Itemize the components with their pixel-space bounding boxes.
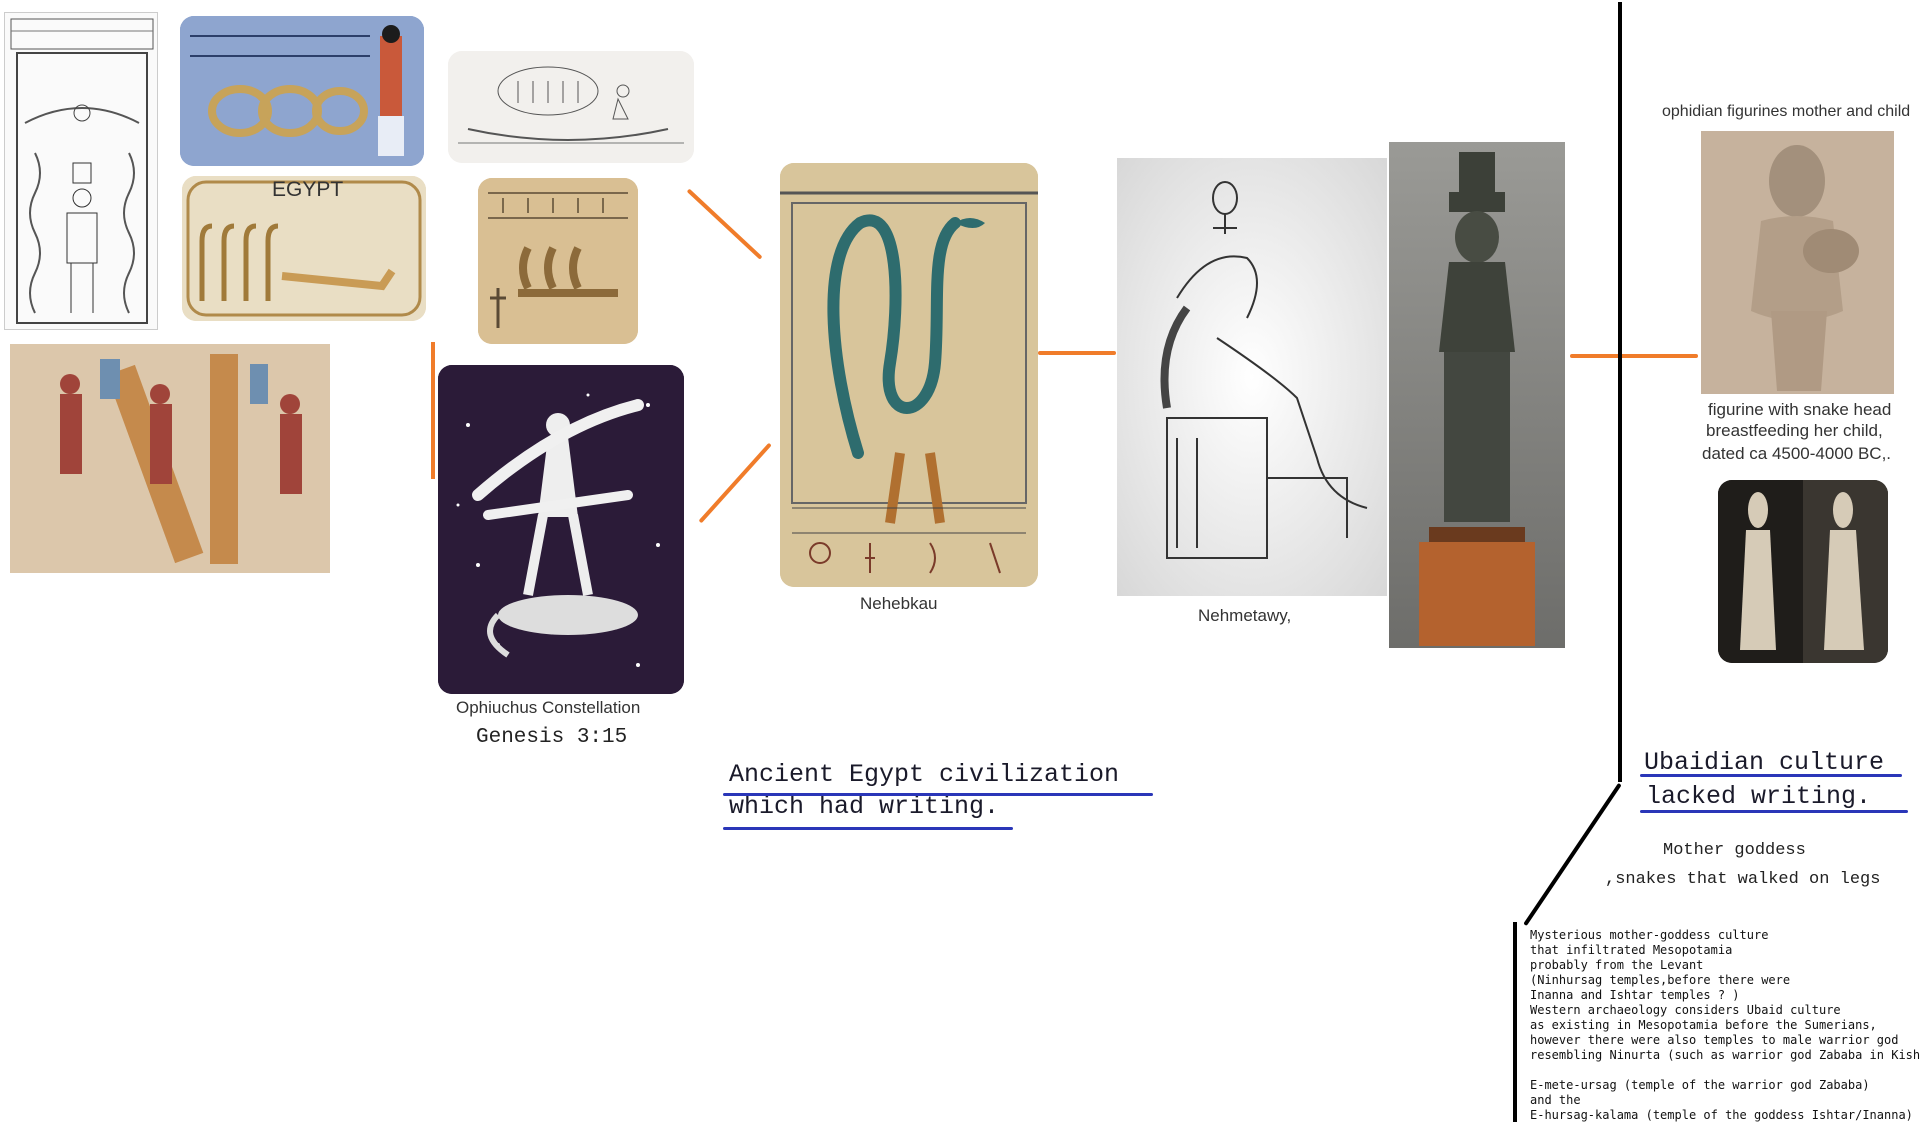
egypt-label: EGYPT <box>272 178 344 201</box>
genesis-reference: Genesis 3:15 <box>476 726 628 749</box>
egypt-heading-line2: which had writing. <box>729 792 1000 821</box>
ubaid-heading-underline1 <box>1640 774 1902 777</box>
connector-ophiuchus-to-nehebkau <box>698 442 772 524</box>
nehmetawy-drawing <box>1117 158 1387 596</box>
egyptian-wall-painting <box>10 344 330 573</box>
figurine-caption-line1: figurine with snake head <box>1708 400 1892 419</box>
ubaid-heading-line1: Ubaidian culture <box>1644 748 1885 777</box>
ubaid-figurines-pair-image <box>1718 480 1888 663</box>
egypt-heading-underline2 <box>723 827 1013 830</box>
nehebkau-caption: Nehebkau <box>860 594 938 613</box>
connector-boat-to-nehebkau <box>686 188 763 260</box>
ubaid-heading-underline2 <box>1640 810 1908 813</box>
figurine-caption-line2: breastfeeding her child, <box>1706 421 1883 440</box>
three-headed-snake-relief <box>478 178 638 344</box>
ophidian-figurine-image <box>1701 131 1894 394</box>
solar-boat-line-drawing <box>448 51 694 163</box>
divider-diagonal <box>1523 782 1622 927</box>
mother-goddess-line2: ,snakes that walked on legs <box>1605 870 1881 889</box>
bronze-goddess-statue <box>1389 142 1565 648</box>
divider-vertical <box>1618 2 1622 782</box>
figurine-caption-line3: dated ca 4500-4000 BC,. <box>1702 444 1892 463</box>
nehmetawy-caption: Nehmetawy, <box>1198 606 1292 625</box>
ophidian-title: ophidian figurines mother and child <box>1662 103 1911 120</box>
ophiuchus-constellation-image <box>438 365 684 694</box>
connector-nehebkau-to-nehmetawy <box>1038 351 1116 355</box>
divider-lower-vertical <box>1513 922 1517 1122</box>
egypt-heading-line1: Ancient Egypt civilization <box>729 760 1120 789</box>
egyptian-coiled-serpent-relief <box>180 16 424 166</box>
ubaid-notes-text: Mysterious mother-goddess culture that i… <box>1530 928 1920 1122</box>
ubaid-heading-line2: lacked writing. <box>1646 782 1872 811</box>
nehebkau-papyrus-image <box>780 163 1038 587</box>
connector-statue-to-figurine <box>1570 354 1698 358</box>
connector-vertical-left <box>431 342 435 479</box>
ophiuchus-caption: Ophiuchus Constellation <box>456 698 641 717</box>
egypt-multiheaded-snake-relief: EGYPT <box>182 176 426 321</box>
egyptian-deity-line-drawing <box>4 12 158 330</box>
mother-goddess-line1: Mother goddess <box>1663 841 1806 860</box>
egypt-heading-underline1 <box>723 793 1153 796</box>
